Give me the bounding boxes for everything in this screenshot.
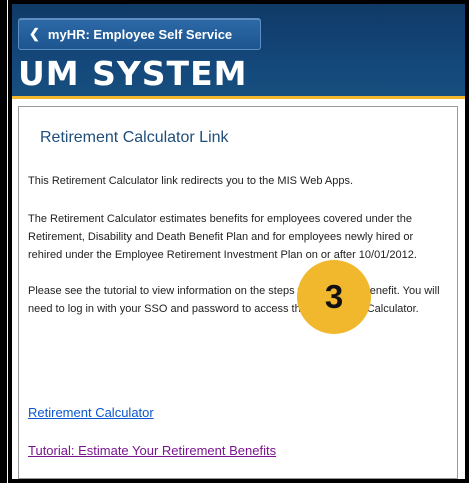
intro-paragraph: This Retirement Calculator link redirect…: [28, 175, 354, 187]
description-paragraph: The Retirement Calculator estimates bene…: [28, 213, 417, 261]
content-panel: Retirement Calculator Link This Retireme…: [18, 106, 458, 479]
page-header: ❮ myHR: Employee Self Service UM SYSTEM: [12, 4, 465, 99]
page-title: Retirement Calculator Link: [40, 129, 229, 146]
step-number-badge: 3: [297, 260, 371, 334]
header-gold-divider: [12, 96, 465, 99]
back-to-employee-self-service-button[interactable]: ❮ myHR: Employee Self Service: [18, 18, 261, 50]
tutorial-link[interactable]: Tutorial: Estimate Your Retirement Benef…: [28, 443, 276, 458]
left-border-bar: [0, 0, 7, 483]
instructions-paragraph: Please see the tutorial to view informat…: [28, 285, 440, 315]
chevron-left-icon: ❮: [29, 26, 40, 41]
brand-logo-text: UM SYSTEM: [18, 54, 248, 93]
screenshot-frame: ❮ myHR: Employee Self Service UM SYSTEM …: [0, 0, 469, 483]
app-window: ❮ myHR: Employee Self Service UM SYSTEM …: [8, 0, 469, 483]
retirement-calculator-link[interactable]: Retirement Calculator: [28, 405, 154, 420]
back-button-label: myHR: Employee Self Service: [47, 26, 233, 42]
